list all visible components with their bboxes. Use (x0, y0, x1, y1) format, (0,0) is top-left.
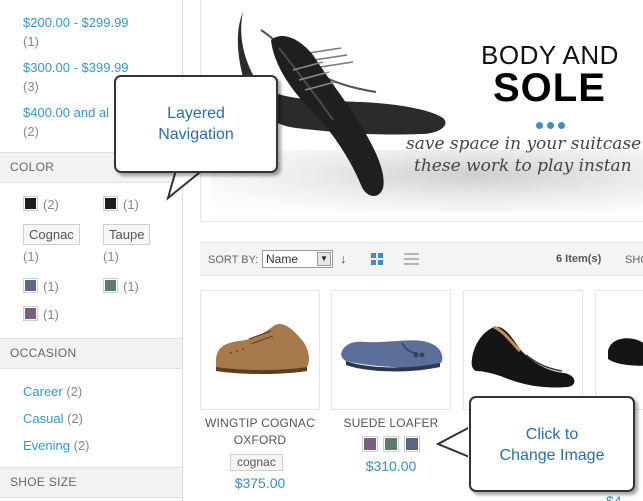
product-image-black-shoe[interactable] (595, 290, 643, 410)
color-swatch-black[interactable] (103, 196, 118, 211)
callout-text: Layered (167, 105, 225, 122)
color-swatch-black[interactable] (23, 196, 38, 211)
product-color-tag-cognac[interactable]: cognac (230, 454, 283, 471)
color-swatch-taupe[interactable]: Taupe (103, 224, 151, 245)
banner-title-line2: SOLE (493, 66, 606, 110)
layered-navigation-callout: Layered Navigation (114, 75, 278, 173)
product-swatch-slate-blue[interactable] (404, 436, 420, 452)
product-price: $4 (606, 493, 622, 501)
color-swatch-purple[interactable] (23, 306, 38, 321)
color-swatch-cognac[interactable]: Cognac (23, 224, 80, 245)
price-filter-count: (3) (23, 79, 39, 94)
product-image-suede-loafer[interactable] (331, 290, 451, 410)
callout-text: Navigation (158, 126, 234, 143)
color-swatch-sage-green[interactable] (103, 278, 118, 293)
banner-tagline-line2: these work to play instan (414, 156, 632, 176)
product-name[interactable]: WINGTIP COGNAC OXFORD (200, 415, 320, 449)
color-count: (1) (103, 249, 119, 264)
color-count: (1) (43, 307, 59, 322)
color-count: (1) (123, 197, 139, 212)
price-filter-200-299[interactable]: $200.00 - $299.99 (23, 15, 129, 30)
banner-dot[interactable] (547, 122, 554, 129)
list-view-icon[interactable] (404, 253, 419, 266)
sort-by-select[interactable]: Name ▼ (262, 250, 333, 268)
occasion-filter-career[interactable]: Career (2) (23, 384, 82, 399)
page: $200.00 - $299.99 (1) $300.00 - $399.99 … (0, 0, 643, 501)
banner-tagline: save space in your suitcase these work t… (406, 133, 643, 177)
product-swatch-purple[interactable] (362, 436, 378, 452)
product-name[interactable]: SUEDE LOAFER (331, 415, 451, 432)
product-toolbar: SORT BY: Name ▼ ↓ 6 Item(s) SHO (200, 242, 643, 276)
grid-view-icon[interactable] (371, 253, 384, 266)
callout-text: Change Image (499, 447, 605, 464)
price-filter-400-plus[interactable]: $400.00 and al (23, 105, 109, 120)
chevron-down-icon: ▼ (317, 252, 331, 266)
product-price: $375.00 (234, 475, 286, 491)
sort-by-value: Name (266, 252, 299, 266)
color-swatch-slate-blue[interactable] (23, 278, 38, 293)
occasion-filter-heading[interactable]: OCCASION (0, 338, 182, 369)
shoe-size-filter-heading[interactable]: SHOE SIZE (0, 467, 182, 498)
color-count: (1) (43, 279, 59, 294)
product-image-wingtip-oxford[interactable] (200, 290, 320, 410)
banner-dot[interactable] (558, 122, 565, 129)
sort-by-label: SORT BY: (208, 254, 259, 266)
product-image-black-flat[interactable] (463, 290, 583, 410)
occasion-filter-evening[interactable]: Evening (2) (23, 438, 90, 453)
change-image-callout: Click to Change Image (469, 396, 635, 492)
product-price: $310.00 (365, 458, 417, 474)
price-filter-count: (1) (23, 34, 39, 49)
color-count: (2) (43, 197, 59, 212)
arrow-down-icon[interactable]: ↓ (340, 251, 347, 266)
banner-tagline-line1: save space in your suitcase (406, 134, 642, 154)
price-filter-count: (2) (23, 124, 39, 139)
show-per-page-label: SHO (625, 254, 643, 266)
occasion-filter-casual[interactable]: Casual (2) (23, 411, 83, 426)
price-filter-300-399[interactable]: $300.00 - $399.99 (23, 60, 129, 75)
banner-pagination[interactable] (536, 116, 569, 134)
banner-dot[interactable] (536, 122, 543, 129)
item-count: 6 Item(s) (556, 253, 602, 265)
product-swatch-sage-green[interactable] (383, 436, 399, 452)
callout-text: Click to (525, 426, 579, 443)
color-count: (1) (23, 249, 39, 264)
color-count: (1) (123, 279, 139, 294)
